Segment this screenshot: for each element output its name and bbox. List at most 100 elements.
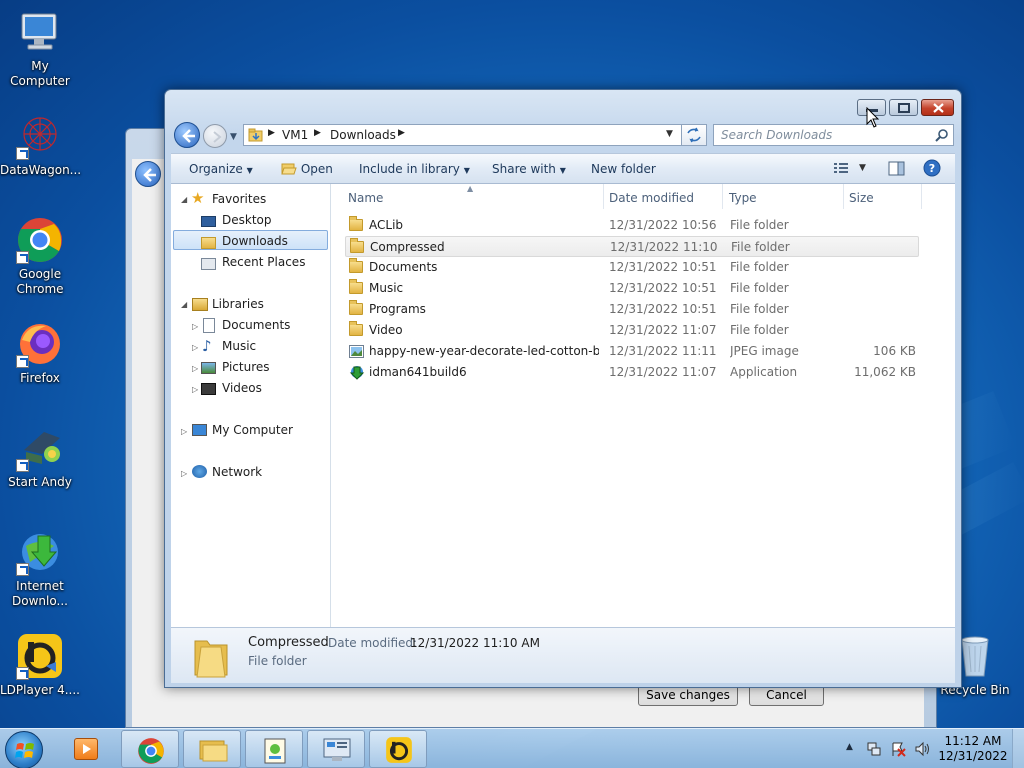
file-row[interactable]: ACLib 12/31/2022 10:56 ... File folder	[345, 215, 919, 236]
help-button[interactable]: ?	[923, 159, 941, 180]
search-icon	[935, 129, 948, 142]
search-box[interactable]: Search Downloads	[713, 124, 954, 146]
image-file-icon	[349, 345, 364, 358]
action-center-flag-icon[interactable]	[890, 741, 906, 757]
back-arrow-icon[interactable]	[135, 161, 161, 187]
shortcut-arrow-icon	[16, 459, 29, 472]
tree-item-documents[interactable]: Documents	[222, 318, 290, 332]
network-tray-icon[interactable]	[866, 741, 882, 757]
desktop-icon-chrome[interactable]: Google Chrome	[0, 216, 80, 297]
collapse-arrow-icon[interactable]: ◢	[181, 195, 187, 204]
view-list-icon	[834, 163, 848, 173]
file-row[interactable]: Music 12/31/2022 10:51 ... File folder	[345, 278, 919, 299]
chrome-icon	[16, 216, 64, 264]
file-name: ACLib	[369, 218, 404, 232]
column-header-date[interactable]: Date modified	[609, 191, 694, 205]
expand-arrow-icon[interactable]: ▷	[192, 364, 198, 373]
include-in-library-button[interactable]: Include in library ▼	[359, 162, 470, 176]
column-header-name[interactable]: Name	[348, 191, 383, 205]
tree-item-my-computer[interactable]: My Computer	[212, 423, 293, 437]
desktop-icon-start-andy[interactable]: Start Andy	[0, 424, 80, 490]
taskbar-chrome[interactable]	[121, 730, 179, 768]
cancel-button[interactable]: Cancel	[749, 685, 824, 706]
expand-arrow-icon[interactable]: ▷	[181, 427, 187, 436]
ldplayer-icon	[386, 737, 412, 763]
view-options-dropdown[interactable]: ▼	[859, 163, 866, 173]
file-row[interactable]: Programs 12/31/2022 10:51 ... File folde…	[345, 299, 919, 320]
column-header-size[interactable]: Size	[849, 191, 874, 205]
open-label: Open	[300, 162, 333, 176]
file-row[interactable]: Documents 12/31/2022 10:51 ... File fold…	[345, 257, 919, 278]
star-icon: ★	[191, 189, 205, 207]
back-button[interactable]	[174, 122, 200, 148]
forward-button[interactable]	[203, 124, 227, 148]
share-with-button[interactable]: Share with ▼	[492, 162, 566, 176]
column-divider[interactable]	[843, 184, 844, 209]
shortcut-arrow-icon	[16, 355, 29, 368]
start-button[interactable]	[5, 731, 43, 768]
tree-item-desktop[interactable]: Desktop	[222, 213, 272, 227]
expand-arrow-icon[interactable]: ▷	[192, 343, 198, 352]
folder-icon	[349, 321, 363, 336]
breadcrumb-downloads[interactable]: Downloads	[330, 128, 396, 142]
desktop-icon-datawagon[interactable]: DataWagon...	[0, 112, 81, 178]
network-icon	[192, 465, 207, 478]
media-player-icon[interactable]	[74, 738, 98, 760]
taskbar-app-4[interactable]	[307, 730, 365, 768]
column-divider[interactable]	[722, 184, 723, 209]
collapse-arrow-icon[interactable]: ◢	[181, 300, 187, 309]
desktop-icon-internet-download-manager[interactable]: Internet Downlo...	[0, 528, 80, 609]
tree-item-network[interactable]: Network	[212, 465, 262, 479]
column-header-type[interactable]: Type	[729, 191, 757, 205]
tree-item-videos[interactable]: Videos	[222, 381, 262, 395]
file-row[interactable]: idman641build6 12/31/2022 11:07 ... Appl…	[345, 362, 919, 383]
save-changes-button[interactable]: Save changes	[638, 685, 738, 706]
tree-item-libraries[interactable]: Libraries	[212, 297, 264, 311]
new-folder-button[interactable]: New folder	[591, 162, 656, 176]
search-input[interactable]: Search Downloads	[721, 128, 832, 142]
system-clock[interactable]: 11:12 AM 12/31/2022	[938, 734, 1008, 764]
close-button[interactable]	[921, 99, 954, 116]
desktop-icon-firefox[interactable]: Firefox	[0, 320, 80, 386]
taskbar-explorer[interactable]	[183, 730, 241, 768]
column-divider[interactable]	[921, 184, 922, 209]
file-type: File folder	[731, 240, 790, 254]
volume-icon[interactable]	[914, 741, 932, 757]
address-bar[interactable]: ▶ VM1 ▶ Downloads ▶ ▼	[243, 124, 682, 146]
column-divider[interactable]	[603, 184, 604, 209]
desktop-icon-my-computer[interactable]: My Computer	[0, 8, 80, 89]
tree-item-recent-places[interactable]: Recent Places	[222, 255, 305, 269]
tree-item-music[interactable]: Music	[222, 339, 256, 353]
maximize-button[interactable]	[889, 99, 918, 116]
breadcrumb-vm1[interactable]: VM1	[282, 128, 308, 142]
recent-pages-dropdown[interactable]: ▼	[230, 132, 237, 142]
videos-icon	[201, 383, 216, 395]
taskbar-ldplayer[interactable]	[369, 730, 427, 768]
show-desktop-button[interactable]	[1012, 729, 1024, 768]
tree-item-favorites[interactable]: Favorites	[212, 192, 266, 206]
expand-arrow-icon[interactable]: ▷	[192, 322, 198, 331]
breadcrumb-separator-icon[interactable]: ▶	[268, 128, 275, 138]
open-button[interactable]: Open	[281, 162, 333, 176]
folder-icon	[349, 300, 363, 315]
preview-pane-button[interactable]	[888, 161, 906, 180]
change-view-button[interactable]	[833, 161, 849, 178]
address-dropdown-icon[interactable]: ▼	[666, 129, 673, 139]
breadcrumb-separator-icon[interactable]: ▶	[314, 128, 321, 138]
tree-item-pictures[interactable]: Pictures	[222, 360, 270, 374]
expand-arrow-icon[interactable]: ▷	[181, 469, 187, 478]
preview-pane-icon	[888, 161, 905, 176]
file-row-selected[interactable]: Compressed 12/31/2022 11:10 ... File fol…	[345, 236, 919, 257]
breadcrumb-separator-icon[interactable]: ▶	[398, 128, 405, 138]
organize-button[interactable]: Organize ▼	[189, 162, 253, 176]
file-row[interactable]: Video 12/31/2022 11:07 ... File folder	[345, 320, 919, 341]
expand-arrow-icon[interactable]: ▷	[192, 385, 198, 394]
chevron-down-icon: ▼	[463, 166, 470, 175]
desktop-icon-ldplayer[interactable]: LDPlayer 4....	[0, 632, 80, 698]
refresh-button[interactable]	[682, 124, 707, 146]
tree-item-downloads[interactable]: Downloads	[222, 234, 288, 248]
large-folder-icon	[194, 640, 228, 678]
file-row[interactable]: happy-new-year-decorate-led-cotton-ba...…	[345, 341, 919, 362]
taskbar-app-3[interactable]	[245, 730, 303, 768]
show-hidden-icons-button[interactable]: ▲	[846, 742, 853, 752]
